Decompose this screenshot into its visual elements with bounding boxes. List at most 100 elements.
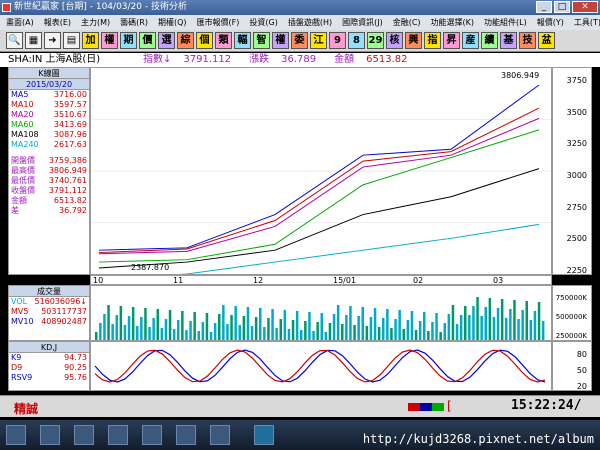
taskbar-app-icon[interactable] (142, 425, 162, 445)
clock: 15:22:24/ (511, 398, 582, 413)
volume-bar (390, 328, 393, 340)
menu-item[interactable]: 籌碼(R) (120, 15, 148, 30)
menu-item[interactable]: 匯市報價(F) (197, 15, 240, 30)
y-tick-label: 3000 (566, 171, 587, 180)
menu-item[interactable]: 功能選擇(K) (431, 15, 475, 30)
menu-item[interactable]: 金融(C) (393, 15, 421, 30)
volume-bar (287, 329, 291, 340)
grid-icon[interactable]: ▦ (25, 32, 42, 49)
volume-bar (357, 316, 360, 340)
toolbar-button[interactable]: 技 (519, 32, 536, 49)
kd-chart[interactable] (90, 341, 552, 391)
search-icon[interactable]: 🔍 (6, 32, 23, 49)
menu-item[interactable]: 功能組件(L) (484, 15, 527, 30)
volume-bar (480, 316, 483, 340)
high-price-marker: 3806.949 (501, 71, 539, 80)
ma-row: MA5 3716.00 (9, 90, 89, 100)
taskbar-app-icon[interactable] (40, 425, 60, 445)
volume-bar (144, 308, 147, 340)
index-value: 3791.112 (183, 54, 232, 65)
taskbar-app-icon[interactable] (176, 425, 196, 445)
toolbar-button[interactable]: 産 (462, 32, 479, 49)
close-button[interactable]: ✕ (572, 1, 598, 13)
toolbar-button[interactable]: 基 (500, 32, 517, 49)
toolbar-button[interactable]: 選 (158, 32, 175, 49)
volume-bar (222, 305, 225, 340)
menu-item[interactable]: 期權(Q) (158, 15, 187, 30)
volume-bar (300, 330, 303, 340)
bars-icon[interactable]: ▤ (63, 32, 80, 49)
toolbar-button[interactable]: 輻 (234, 32, 251, 49)
volume-chart[interactable] (90, 285, 552, 341)
taskbar-app-icon[interactable] (210, 425, 230, 445)
toolbar-button[interactable]: 智 (253, 32, 270, 49)
menu-item[interactable]: 工具(T) (574, 15, 600, 30)
volume-bar (263, 327, 266, 340)
kd-panel: KD,J K9 94.73 D9 90.25 RSV9 95.76 (8, 341, 90, 391)
taskbar-active-app-icon[interactable] (254, 425, 274, 445)
menu-item[interactable]: 報價(Y) (537, 15, 564, 30)
kd-row: D9 90.25 (9, 363, 89, 373)
menu-item[interactable]: 畫面(A) (6, 15, 34, 30)
start-icon[interactable] (6, 425, 26, 445)
volume-bar (361, 307, 364, 340)
toolbar-button[interactable]: 權 (101, 32, 118, 49)
k-panel: K線圖 2015/03/20 MA5 3716.00 MA10 3597.57 MA20… (8, 67, 90, 275)
toolbar-button[interactable]: 價 (139, 32, 156, 49)
kd-axis: 80 50 20 (552, 341, 592, 391)
ma-value: 3716.00 (53, 90, 87, 99)
volume-bar (500, 299, 504, 340)
maximize-button[interactable]: □ (554, 1, 570, 13)
toolbar-button[interactable]: 權 (272, 32, 289, 49)
volume-bar (377, 327, 381, 340)
volume-bar (459, 315, 463, 340)
volume-bar (320, 313, 323, 340)
toolbar-button[interactable]: 加 (82, 32, 99, 49)
toolbar-button[interactable]: 指 (424, 32, 441, 49)
x-tick-label: 15/01 (333, 276, 357, 285)
volume-bar (537, 302, 541, 340)
volume-bar (160, 328, 164, 340)
toolbar-button[interactable]: 興 (405, 32, 422, 49)
toolbar-button[interactable]: 9 (329, 32, 346, 49)
taskbar-app-icon[interactable] (74, 425, 94, 445)
toolbar-button[interactable]: 盆 (538, 32, 555, 49)
ma-row: MA108 3087.96 (9, 130, 89, 140)
volume-bar (246, 307, 250, 340)
volume-bar (152, 318, 155, 340)
minimize-button[interactable]: _ (536, 1, 552, 13)
menu-item[interactable]: 插盤遊戲(H) (288, 15, 332, 30)
toolbar-button[interactable]: 綜 (177, 32, 194, 49)
menu-item[interactable]: 報表(E) (44, 15, 71, 30)
kd-tick-label: 80 (576, 350, 587, 359)
menu-item[interactable]: 主力(M) (81, 15, 110, 30)
toolbar-button[interactable]: 江 (310, 32, 327, 49)
toolbar-button[interactable]: 29 (367, 32, 384, 49)
kd-title: KD,J (9, 342, 89, 353)
toolbar-button[interactable]: 類 (215, 32, 232, 49)
x-tick-label: 03 (493, 276, 504, 285)
menu-item[interactable]: 投資(G) (249, 15, 277, 30)
y-tick-label: 3500 (566, 107, 587, 117)
arrow-icon[interactable]: ➜ (44, 32, 61, 49)
toolbar-button[interactable]: 續 (481, 32, 498, 49)
menu-item[interactable]: 國際資訊(J) (342, 15, 383, 30)
y-tick-label: 2250 (566, 266, 587, 275)
volume-bar (509, 309, 512, 340)
toolbar-button[interactable]: 8 (348, 32, 365, 49)
ma-value: 3087.96 (53, 130, 87, 139)
volume-tick-label: 250000K (555, 332, 587, 340)
volume-row: VOL 516036096↓ (9, 297, 89, 307)
toolbar-button[interactable]: 昇 (443, 32, 460, 49)
y-tick-label: 2750 (566, 202, 587, 212)
toolbar-button[interactable]: 委 (291, 32, 308, 49)
app-icon (2, 3, 11, 12)
k-chart[interactable]: 3806.949 2387.870 (90, 67, 552, 281)
toolbar-button[interactable]: 核 (386, 32, 403, 49)
toolbar-button[interactable]: 期 (120, 32, 137, 49)
volume-value: 503117737 (41, 307, 87, 316)
volume-bar (95, 332, 98, 340)
ma-row: MA10 3597.57 (9, 100, 89, 110)
taskbar-app-icon[interactable] (108, 425, 128, 445)
toolbar-button[interactable]: 個 (196, 32, 213, 49)
